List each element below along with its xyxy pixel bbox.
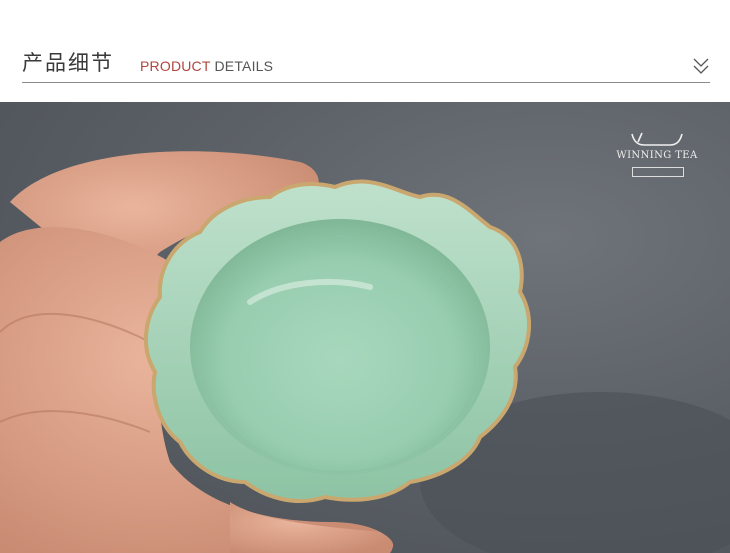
section-header: 产品细节 PRODUCT DETAILS <box>0 0 730 102</box>
brand-logo: WINNING TEA <box>612 130 702 185</box>
double-chevron-down-icon[interactable] <box>692 56 710 76</box>
section-title-cn: 产品细节 <box>22 51 114 75</box>
brand-logo-text: WINNING TEA <box>616 150 698 161</box>
section-title-en: PRODUCT DETAILS <box>140 58 273 74</box>
title-en-rest: DETAILS <box>214 58 274 74</box>
teapot-line-logo-icon <box>631 132 683 146</box>
title-en-accent: PRODUCT <box>140 58 211 74</box>
header-divider <box>22 82 710 83</box>
brand-logo-seal <box>632 167 684 177</box>
